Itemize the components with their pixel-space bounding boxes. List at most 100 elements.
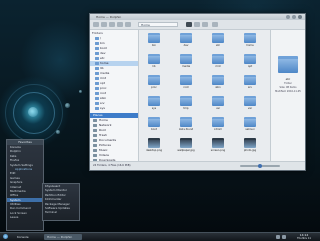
- wallpaper-bubble: [79, 90, 82, 93]
- file-item[interactable]: srv: [238, 75, 262, 93]
- file-item[interactable]: bin: [142, 33, 166, 51]
- file-item[interactable]: media: [174, 54, 198, 72]
- file-name: home: [246, 44, 254, 47]
- wallpaper-bubble: [65, 103, 70, 108]
- file-item[interactable]: screen.png: [206, 138, 230, 156]
- folder-icon: [95, 92, 99, 95]
- file-item[interactable]: photo.jpg: [238, 138, 262, 156]
- clock[interactable]: 14:14 Thu Nov 11: [291, 233, 317, 240]
- file-item[interactable]: var: [238, 96, 262, 114]
- image-file-icon: [212, 138, 224, 148]
- reload-icon[interactable]: [125, 22, 131, 27]
- folder-icon: [180, 117, 192, 127]
- up-icon[interactable]: [109, 22, 115, 27]
- folder-preview-icon: [278, 56, 298, 73]
- folder-icon: [148, 117, 160, 127]
- file-item[interactable]: lost+found: [174, 117, 198, 135]
- split-view-icon[interactable]: [212, 22, 218, 27]
- location-breadcrumb[interactable]: Home: [138, 22, 178, 27]
- place-item-label: Network: [99, 123, 112, 127]
- window-title: Home — Dolphin: [96, 15, 122, 19]
- file-item[interactable]: selinux: [238, 117, 262, 135]
- image-file-icon: [148, 138, 160, 148]
- status-text: 24 Folders, 4 Files (16.6 MiB): [93, 164, 131, 167]
- preview-size: Size: 98 items: [279, 86, 297, 89]
- place-item-label: Pictures: [99, 143, 111, 147]
- network-icon[interactable]: [282, 235, 286, 239]
- file-view[interactable]: bin dev etc home lib media mnt opt proc root sbin s…: [142, 33, 270, 159]
- tree-item-label: opt: [100, 81, 105, 85]
- place-item-label: Videos: [99, 153, 109, 157]
- tree-item-label: lib: [100, 66, 104, 70]
- place-item-label: Home: [99, 118, 108, 122]
- tree-item-label: bin: [100, 41, 105, 45]
- kde-launcher-icon[interactable]: [3, 234, 8, 239]
- icons-view-icon[interactable]: [186, 22, 192, 27]
- file-item[interactable]: home: [238, 33, 262, 51]
- file-item[interactable]: desktop.png: [142, 138, 166, 156]
- file-item[interactable]: boot: [142, 117, 166, 135]
- folder-icon: [95, 42, 99, 45]
- file-name: etc: [215, 44, 221, 47]
- file-item[interactable]: wallpaper.jpg: [174, 138, 198, 156]
- tree-item-label: proc: [100, 86, 107, 90]
- preview-type: Folder: [284, 82, 292, 85]
- folder-icon: [244, 33, 256, 43]
- minimize-button[interactable]: [286, 15, 290, 19]
- folder-icon: [180, 54, 192, 64]
- file-item[interactable]: cdrom: [206, 117, 230, 135]
- close-button[interactable]: [298, 15, 302, 19]
- tree-item-label: srv: [100, 101, 105, 105]
- file-item[interactable]: opt: [238, 54, 262, 72]
- place-icon: [93, 149, 97, 152]
- file-item[interactable]: etc: [206, 33, 230, 51]
- task-dolphin[interactable]: Home — Dolphin: [44, 234, 82, 240]
- folder-icon: [244, 54, 256, 64]
- zoom-slider-handle[interactable]: [258, 164, 262, 168]
- submenu-item[interactable]: Terminal: [43, 210, 79, 214]
- columns-view-icon[interactable]: [202, 22, 208, 27]
- place-item-label: Root: [99, 128, 106, 132]
- preview-modified: Modified: 2010-11-05: [275, 90, 301, 93]
- file-item[interactable]: sys: [142, 96, 166, 114]
- file-name: opt: [247, 65, 253, 68]
- tree-item[interactable]: sys: [90, 106, 138, 111]
- tree-item-label: home: [100, 61, 109, 65]
- volume-icon[interactable]: [276, 235, 280, 239]
- file-item[interactable]: mnt: [206, 54, 230, 72]
- folder-icon: [95, 77, 99, 80]
- tree-item-label: sbin: [100, 96, 107, 100]
- file-item[interactable]: sbin: [206, 75, 230, 93]
- folder-icon: [95, 102, 99, 105]
- file-item[interactable]: usr: [206, 96, 230, 114]
- file-name: cdrom: [213, 128, 223, 131]
- file-item[interactable]: tmp: [174, 96, 198, 114]
- application-launcher-menu: Favorites Konsole Dolphin Kate Firefox Syste…: [6, 139, 44, 231]
- file-name: var: [247, 107, 253, 110]
- file-item[interactable]: lib: [142, 54, 166, 72]
- menu-item[interactable]: Leave: [7, 215, 43, 219]
- file-item[interactable]: proc: [142, 75, 166, 93]
- file-name: media: [181, 65, 191, 68]
- file-name: srv: [248, 86, 252, 89]
- maximize-button[interactable]: [292, 15, 296, 19]
- file-manager-window[interactable]: Home — Dolphin Home Folders / bin boot dev e…: [89, 13, 306, 171]
- folder-icon: [95, 87, 99, 90]
- tree-item-label: etc: [100, 56, 105, 60]
- details-view-icon[interactable]: [194, 22, 200, 27]
- preview-name: etc: [285, 77, 291, 81]
- file-name: dev: [183, 44, 189, 47]
- file-item[interactable]: root: [174, 75, 198, 93]
- sidebar: Folders / bin boot dev etc home lib media mnt opt…: [90, 30, 139, 162]
- folder-icon: [244, 117, 256, 127]
- forward-icon[interactable]: [101, 22, 107, 27]
- file-name: tmp: [183, 107, 189, 110]
- image-file-icon: [180, 138, 192, 148]
- file-name: sbin: [215, 86, 221, 89]
- launcher-submenu: KSysGuard System Monitor Partition Editor K…: [42, 183, 80, 221]
- task-konsole[interactable]: Konsole: [14, 234, 42, 240]
- file-item[interactable]: dev: [174, 33, 198, 51]
- home-icon[interactable]: [117, 22, 123, 27]
- back-icon[interactable]: [93, 22, 99, 27]
- wallpaper-bubble: [56, 130, 60, 134]
